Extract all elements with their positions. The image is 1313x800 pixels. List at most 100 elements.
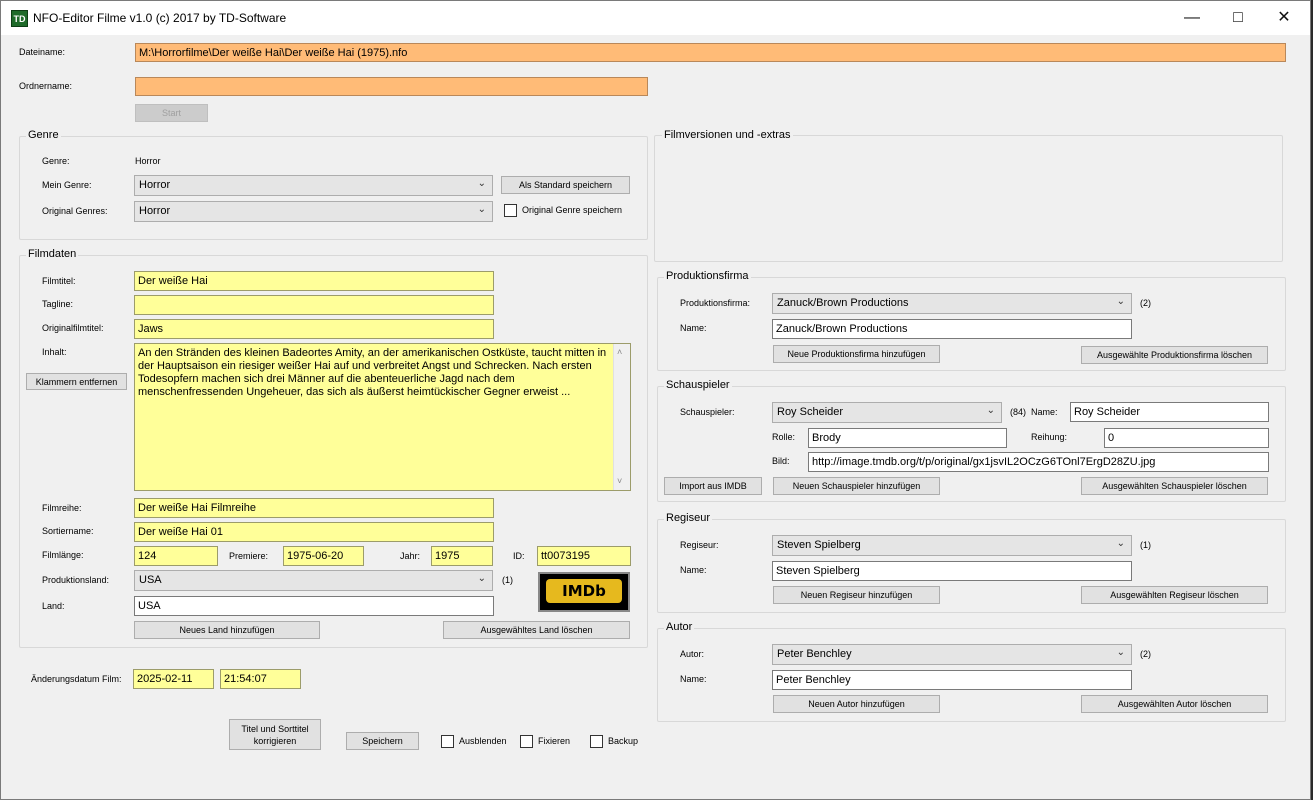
produktionsland-dropdown[interactable]: USA ⌄ xyxy=(134,570,493,591)
minimize-icon[interactable]: — xyxy=(1169,1,1215,35)
chevron-down-icon: ⌄ xyxy=(477,573,486,584)
produktionsland-label: Produktionsland: xyxy=(42,575,110,585)
tagline-field[interactable] xyxy=(134,295,494,315)
sortiername-label: Sortiername: xyxy=(42,526,94,536)
speichern-button[interactable]: Speichern xyxy=(346,732,419,750)
import-aus-imdb-button[interactable]: Import aus IMDB xyxy=(664,477,762,495)
neuen-schauspieler-button[interactable]: Neuen Schauspieler hinzufügen xyxy=(773,477,940,495)
ausblenden-checkbox[interactable] xyxy=(441,735,454,748)
backup-label: Backup xyxy=(608,736,639,746)
aenderungsdatum-time-field[interactable]: 21:54:07 xyxy=(220,669,301,689)
autor-group-title: Autor xyxy=(664,621,695,633)
schauspieler-name-field[interactable]: Roy Scheider xyxy=(1070,402,1269,422)
ordnername-field[interactable] xyxy=(135,77,648,96)
bild-label: Bild: xyxy=(772,456,790,466)
titel-korrigieren-line2: korrigieren xyxy=(253,736,297,746)
inhalt-label: Inhalt: xyxy=(42,347,67,357)
autor-value: Peter Benchley xyxy=(777,648,852,660)
genre-label: Genre: xyxy=(42,156,70,166)
regiseur-dropdown[interactable]: Steven Spielberg ⌄ xyxy=(772,535,1132,556)
mein-genre-label: Mein Genre: xyxy=(42,180,92,190)
produktionsland-value: USA xyxy=(139,574,162,586)
autor-name-field[interactable]: Peter Benchley xyxy=(772,670,1132,690)
reihung-field[interactable]: 0 xyxy=(1104,428,1269,448)
autor-dropdown[interactable]: Peter Benchley ⌄ xyxy=(772,644,1132,665)
scroll-up-icon[interactable]: ˄ xyxy=(617,346,622,359)
jahr-field[interactable]: 1975 xyxy=(431,546,493,566)
id-label: ID: xyxy=(513,551,525,561)
inhalt-textarea[interactable]: An den Stränden des kleinen Badeortes Am… xyxy=(134,343,631,491)
app-icon: TD xyxy=(11,10,28,27)
produktionsfirma-dropdown[interactable]: Zanuck/Brown Productions ⌄ xyxy=(772,293,1132,314)
inhalt-text: An den Stränden des kleinen Badeortes Am… xyxy=(138,347,607,398)
mein-genre-dropdown[interactable]: Horror ⌄ xyxy=(134,175,493,196)
regiseur-loeschen-button[interactable]: Ausgewählten Regiseur löschen xyxy=(1081,586,1268,604)
produktionsfirma-name-label: Name: xyxy=(680,323,707,333)
tagline-label: Tagline: xyxy=(42,299,74,309)
original-genre-speichern-checkbox[interactable] xyxy=(504,204,517,217)
filmlaenge-field[interactable]: 124 xyxy=(134,546,218,566)
imdb-logo-button[interactable]: IMDb xyxy=(538,572,630,612)
autor-count: (2) xyxy=(1140,649,1151,659)
filmtitel-field[interactable]: Der weiße Hai xyxy=(134,271,494,291)
bild-url-field[interactable]: http://image.tmdb.org/t/p/original/gx1js… xyxy=(808,452,1269,472)
fixieren-label: Fixieren xyxy=(538,736,571,746)
sortiername-field[interactable]: Der weiße Hai 01 xyxy=(134,522,494,542)
klammern-entfernen-button[interactable]: Klammern entfernen xyxy=(26,373,127,390)
close-icon[interactable]: ✕ xyxy=(1261,1,1307,35)
neue-produktionsfirma-button[interactable]: Neue Produktionsfirma hinzufügen xyxy=(773,345,940,363)
regiseur-value: Steven Spielberg xyxy=(777,539,861,551)
filmlaenge-label: Filmlänge: xyxy=(42,550,84,560)
regiseur-name-label: Name: xyxy=(680,565,707,575)
filmreihe-label: Filmreihe: xyxy=(42,503,82,513)
rolle-field[interactable]: Brody xyxy=(808,428,1007,448)
filmversionen-group xyxy=(654,135,1283,262)
titel-korrigieren-button[interactable]: Titel und Sorttitel korrigieren xyxy=(229,719,321,750)
filmversionen-group-title: Filmversionen und -extras xyxy=(662,129,793,141)
land-field[interactable]: USA xyxy=(134,596,494,616)
produktionsfirma-loeschen-button[interactable]: Ausgewählte Produktionsfirma löschen xyxy=(1081,346,1268,364)
neuen-regiseur-button[interactable]: Neuen Regiseur hinzufügen xyxy=(773,586,940,604)
chevron-down-icon: ⌄ xyxy=(1116,296,1125,307)
premiere-label: Premiere: xyxy=(229,551,269,561)
scroll-down-icon[interactable]: ˅ xyxy=(617,475,622,488)
filmtitel-label: Filmtitel: xyxy=(42,276,76,286)
title-bar: TD NFO-Editor Filme v1.0 (c) 2017 by TD-… xyxy=(1,1,1310,35)
chevron-down-icon: ⌄ xyxy=(477,204,486,215)
produktionsland-count: (1) xyxy=(502,575,513,585)
dateiname-field[interactable]: M:\Horrorfilme\Der weiße Hai\Der weiße H… xyxy=(135,43,1286,62)
schauspieler-group-title: Schauspieler xyxy=(664,379,732,391)
produktionsfirma-name-field[interactable]: Zanuck/Brown Productions xyxy=(772,319,1132,339)
schauspieler-dropdown[interactable]: Roy Scheider ⌄ xyxy=(772,402,1002,423)
aenderungsdatum-date-field[interactable]: 2025-02-11 xyxy=(133,669,214,689)
neues-land-button[interactable]: Neues Land hinzufügen xyxy=(134,621,320,639)
chevron-down-icon: ⌄ xyxy=(477,178,486,189)
schauspieler-value: Roy Scheider xyxy=(777,406,844,418)
premiere-field[interactable]: 1975-06-20 xyxy=(283,546,364,566)
backup-checkbox[interactable] xyxy=(590,735,603,748)
original-genres-dropdown[interactable]: Horror ⌄ xyxy=(134,201,493,222)
window-title: NFO-Editor Filme v1.0 (c) 2017 by TD-Sof… xyxy=(33,11,287,25)
regiseur-count: (1) xyxy=(1140,540,1151,550)
chevron-down-icon: ⌄ xyxy=(1116,538,1125,549)
produktionsfirma-count: (2) xyxy=(1140,298,1151,308)
fixieren-checkbox[interactable] xyxy=(520,735,533,748)
als-standard-speichern-button[interactable]: Als Standard speichern xyxy=(501,176,630,194)
original-genres-value: Horror xyxy=(139,205,171,217)
original-genre-speichern-label: Original Genre speichern xyxy=(522,205,623,215)
maximize-icon[interactable]: □ xyxy=(1215,1,1261,35)
autor-name-label: Name: xyxy=(680,674,707,684)
filmreihe-field[interactable]: Der weiße Hai Filmreihe xyxy=(134,498,494,518)
imdb-id-field[interactable]: tt0073195 xyxy=(537,546,631,566)
schauspieler-loeschen-button[interactable]: Ausgewählten Schauspieler löschen xyxy=(1081,477,1268,495)
originalfilmtitel-label: Originalfilmtitel: xyxy=(42,323,104,333)
originalfilmtitel-field[interactable]: Jaws xyxy=(134,319,494,339)
inhalt-scrollbar[interactable]: ˄ ˅ xyxy=(613,344,630,490)
produktionsfirma-value: Zanuck/Brown Productions xyxy=(777,297,909,309)
genre-group-title: Genre xyxy=(26,129,61,141)
start-button[interactable]: Start xyxy=(135,104,208,122)
autor-loeschen-button[interactable]: Ausgewählten Autor löschen xyxy=(1081,695,1268,713)
neuen-autor-button[interactable]: Neuen Autor hinzufügen xyxy=(773,695,940,713)
land-loeschen-button[interactable]: Ausgewähltes Land löschen xyxy=(443,621,630,639)
regiseur-name-field[interactable]: Steven Spielberg xyxy=(772,561,1132,581)
